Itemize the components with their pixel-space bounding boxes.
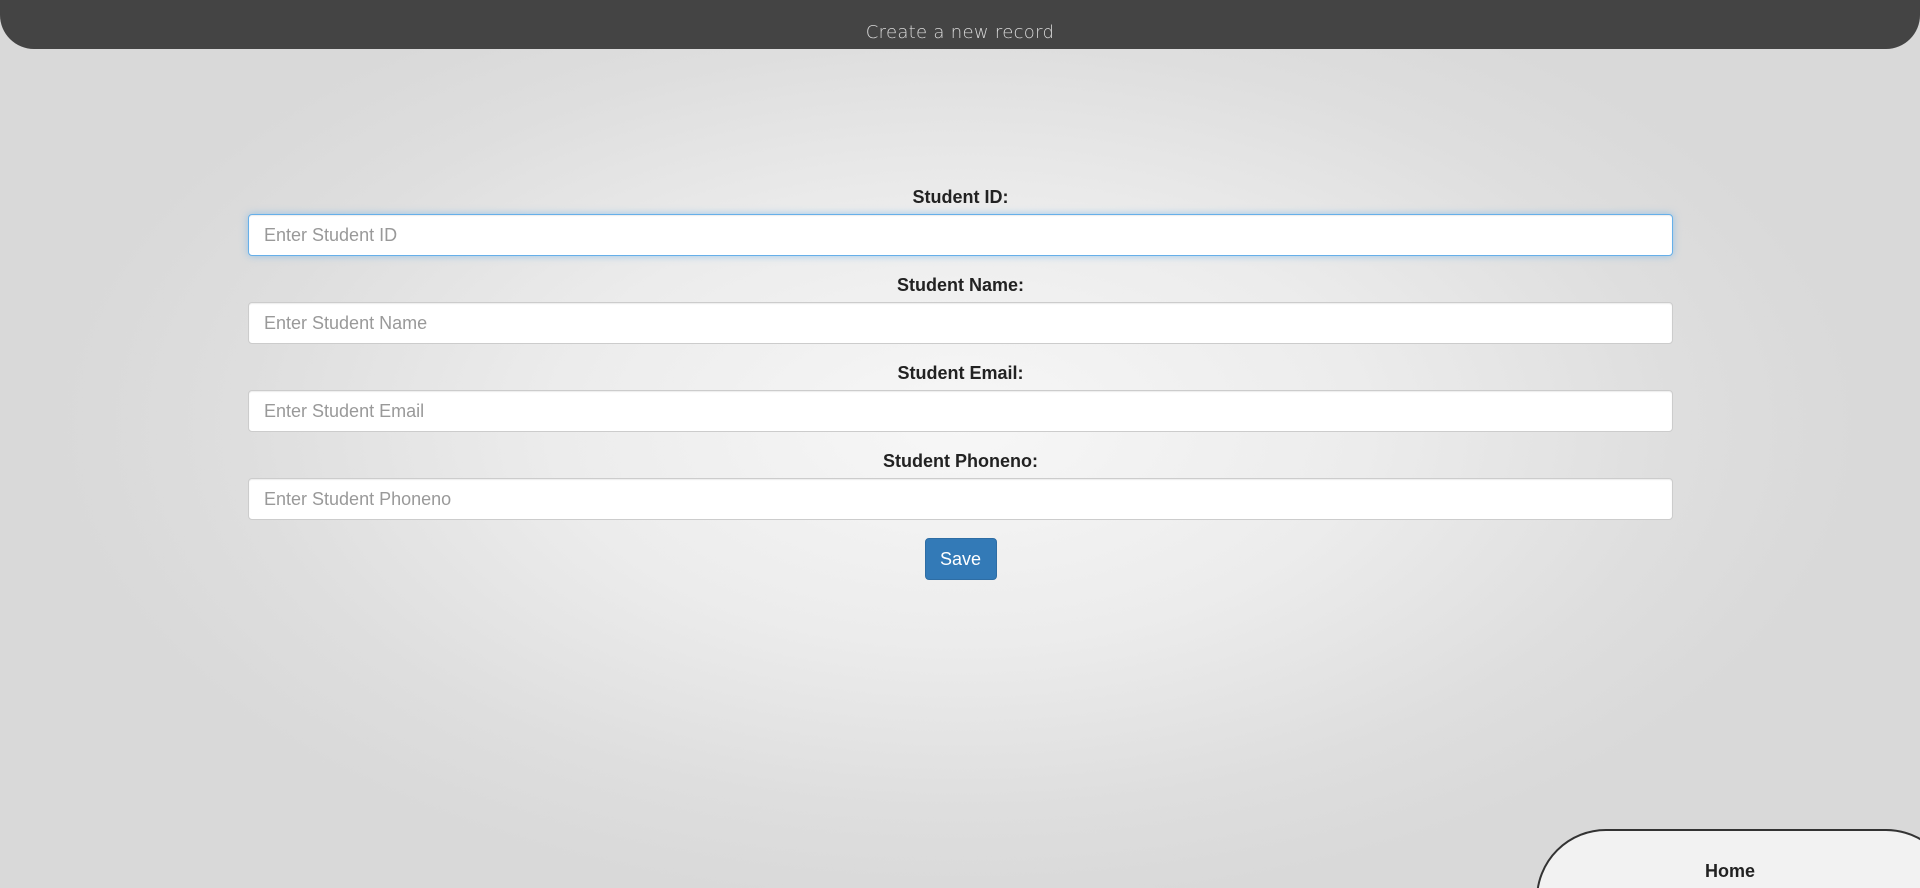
student-email-label: Student Email: <box>897 363 1024 383</box>
page-title: Create a new record <box>865 22 1055 43</box>
student-email-input[interactable] <box>248 390 1673 432</box>
student-phoneno-group: Student Phoneno: <box>248 450 1673 520</box>
student-name-input[interactable] <box>248 302 1673 344</box>
create-record-form: Student ID: Student Name: Student Email:… <box>248 186 1673 580</box>
home-link-label: Home <box>1704 861 1755 881</box>
student-name-label: Student Name: <box>896 275 1024 295</box>
save-button-wrap: Save <box>248 538 1673 580</box>
student-email-group: Student Email: <box>248 362 1673 432</box>
save-button[interactable]: Save <box>924 538 997 580</box>
student-phoneno-input[interactable] <box>248 478 1673 520</box>
student-phoneno-label: Student Phoneno: <box>883 451 1038 471</box>
student-id-input[interactable] <box>248 214 1673 256</box>
student-id-label: Student ID: <box>912 187 1009 207</box>
student-name-group: Student Name: <box>248 274 1673 344</box>
student-id-group: Student ID: <box>248 186 1673 256</box>
top-header-bar: Create a new record <box>0 0 1920 49</box>
home-link[interactable]: Home <box>1536 829 1920 888</box>
